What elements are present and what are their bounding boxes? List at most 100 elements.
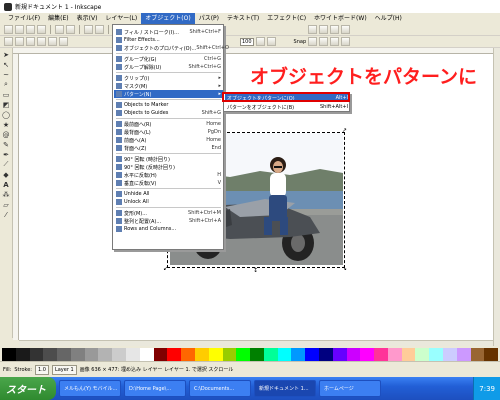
snap-grid-icon[interactable]	[330, 37, 340, 46]
object-menu-item[interactable]: 背面へ(Z) End	[114, 144, 223, 152]
object-menu-item[interactable]: 整列と配置(A)... Shift+Ctrl+A	[114, 217, 223, 225]
taskbar-window-button[interactable]: メルもん(Y) モバイル...	[59, 380, 121, 397]
text-tool-icon[interactable]: A	[2, 180, 11, 189]
color-swatch[interactable]	[15, 348, 30, 361]
object-menu-item[interactable]: マスク(M) ▸	[114, 82, 223, 90]
node-tool-icon[interactable]: ↖	[2, 60, 11, 69]
color-swatch[interactable]	[153, 348, 168, 361]
color-swatch[interactable]	[346, 348, 361, 361]
menu-5[interactable]: パス(P)	[195, 13, 223, 24]
object-menu-item[interactable]: 90° 回転 (反時計回り)	[114, 163, 223, 171]
start-button[interactable]: スタート	[0, 377, 56, 400]
color-swatch[interactable]	[470, 348, 485, 361]
object-menu-item[interactable]: グループ化(G) Ctrl+G	[114, 55, 223, 63]
scale-handle-bottom-left[interactable]: ↙	[163, 266, 168, 272]
export-icon[interactable]	[66, 25, 75, 34]
color-swatch[interactable]	[250, 348, 264, 361]
object-menu-item[interactable]: 最前面へ(R) Home	[114, 120, 223, 128]
xml-editor-icon[interactable]	[319, 25, 328, 34]
vertical-scrollbar[interactable]	[493, 48, 500, 346]
rectangle-tool-icon[interactable]: ▭	[2, 90, 11, 99]
pattern-to-object-item[interactable]: パターンをオブジェクトに(B) Shift+Alt+I	[225, 103, 348, 111]
width-icon[interactable]	[255, 37, 265, 46]
menu-9[interactable]: ヘルプ(H)	[371, 13, 406, 24]
color-swatch[interactable]	[98, 348, 113, 361]
align-icon[interactable]	[330, 25, 339, 34]
color-swatch[interactable]	[57, 348, 71, 361]
taskbar-window-button[interactable]: 新規ドキュメント 1...	[254, 380, 316, 397]
color-swatch[interactable]	[401, 348, 416, 361]
object-menu-item[interactable]: パターン(N) ▸	[114, 90, 223, 98]
color-swatch[interactable]	[360, 348, 375, 361]
object-menu-item[interactable]: 90° 回転 (時計回り)	[114, 155, 223, 163]
color-swatch[interactable]	[194, 348, 209, 361]
pencil-tool-icon[interactable]: ✎	[2, 140, 11, 149]
scale-handle-top-right[interactable]: ↗	[342, 128, 347, 134]
color-swatch[interactable]	[484, 348, 499, 361]
menu-7[interactable]: エフェクト(C)	[263, 13, 310, 24]
menu-4[interactable]: オブジェクト(O)	[141, 13, 195, 24]
flip-horizontal-icon[interactable]	[26, 37, 35, 46]
object-menu-item[interactable]: 水平に反転(H) H	[114, 171, 223, 179]
object-menu-item[interactable]: 前面へ(A) Home	[114, 136, 223, 144]
color-swatch[interactable]	[387, 348, 402, 361]
taskbar-window-button[interactable]: ホームページ	[319, 380, 381, 397]
save-icon[interactable]	[26, 25, 35, 34]
menu-3[interactable]: レイヤー(L)	[101, 13, 141, 24]
color-swatch[interactable]	[84, 348, 99, 361]
horizontal-scrollbar[interactable]	[19, 340, 493, 346]
rotate-icon[interactable]	[15, 37, 24, 46]
selector-tool-icon[interactable]: ➤	[2, 50, 11, 59]
flip-vertical-icon[interactable]	[37, 37, 46, 46]
color-swatch[interactable]	[263, 348, 278, 361]
color-swatch[interactable]	[332, 348, 347, 361]
print-icon[interactable]	[37, 25, 46, 34]
color-swatch[interactable]	[291, 348, 306, 361]
color-swatch[interactable]	[208, 348, 223, 361]
object-menu-item[interactable]: Objects to Marker	[114, 101, 223, 109]
color-swatch[interactable]	[181, 348, 195, 361]
preferences-icon[interactable]	[341, 25, 350, 34]
color-swatch[interactable]	[2, 348, 16, 361]
star-tool-icon[interactable]: ★	[2, 120, 11, 129]
color-swatch[interactable]	[415, 348, 430, 361]
color-swatch[interactable]	[126, 348, 140, 361]
object-menu-item[interactable]: フィル / ストローク(I)... Shift+Ctrl+F	[114, 28, 223, 36]
color-swatch[interactable]	[167, 348, 182, 361]
raise-icon[interactable]	[48, 37, 57, 46]
spiral-tool-icon[interactable]: @	[2, 130, 11, 139]
object-menu-item[interactable]: Rows and Columns...	[114, 225, 223, 233]
zoom-field[interactable]: 100	[240, 37, 254, 46]
color-swatch[interactable]	[43, 348, 58, 361]
snap-nodes-icon[interactable]	[308, 37, 318, 46]
menu-2[interactable]: 表示(V)	[73, 13, 102, 24]
menu-1[interactable]: 編集(E)	[44, 13, 72, 24]
layer-selector[interactable]: Layer 1	[51, 364, 77, 375]
color-swatch[interactable]	[443, 348, 457, 361]
box3d-tool-icon[interactable]: ◩	[2, 100, 11, 109]
import-icon[interactable]	[55, 25, 64, 34]
redo-icon[interactable]	[95, 25, 104, 34]
object-menu-item[interactable]: Objects to Guides Shift+G	[114, 109, 223, 117]
object-menu-item[interactable]: Unlock All	[114, 198, 223, 206]
scale-handle-bottom-right[interactable]: ↘	[342, 266, 347, 272]
snap-bbox-icon[interactable]	[341, 37, 351, 46]
paint-bucket-tool-icon[interactable]: ◆	[2, 170, 11, 179]
scale-handle-bottom-middle[interactable]: ↕	[253, 268, 258, 274]
color-swatch[interactable]	[429, 348, 443, 361]
taskbar-window-button[interactable]: C:\Documents...	[189, 380, 251, 397]
color-swatch[interactable]	[305, 348, 319, 361]
color-swatch[interactable]	[318, 348, 333, 361]
calligraphy-tool-icon[interactable]: ⟋	[2, 160, 11, 169]
color-swatch[interactable]	[139, 348, 154, 361]
object-menu-item[interactable]: オブジェクトのプロパティ(O)... Shift+Ctrl+O	[114, 44, 229, 52]
object-menu-item[interactable]: 垂直に反転(V) V	[114, 179, 223, 187]
color-swatch[interactable]	[277, 348, 292, 361]
select-all-icon[interactable]	[4, 37, 13, 46]
object-menu-item[interactable]: グループ解除(U) Shift+Ctrl+G	[114, 63, 223, 71]
new-document-icon[interactable]	[4, 25, 13, 34]
zoom-tool-icon[interactable]: ⌕	[2, 80, 11, 89]
dropper-tool-icon[interactable]: ⁄	[2, 210, 11, 219]
menu-0[interactable]: ファイル(F)	[4, 13, 44, 24]
object-menu-item[interactable]: 変形(M)... Shift+Ctrl+M	[114, 209, 223, 217]
